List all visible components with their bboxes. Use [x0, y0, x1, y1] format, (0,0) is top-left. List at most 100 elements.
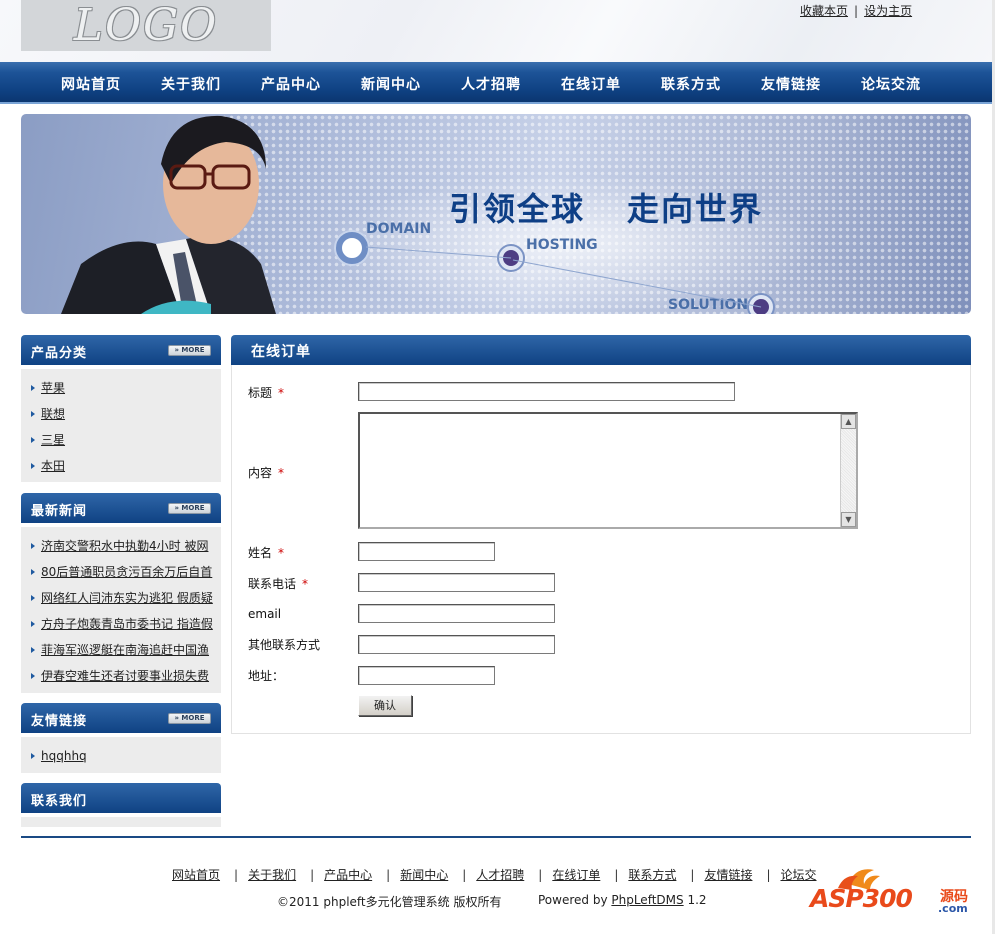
- address-input[interactable]: [358, 666, 495, 685]
- list-item: 方舟子炮轰青岛市委书记 指造假: [31, 611, 221, 637]
- category-link-samsung[interactable]: 三星: [41, 430, 215, 450]
- sidebar-news-header: 最新新闻 » MORE: [21, 493, 221, 523]
- arrow-right-icon: [31, 385, 35, 391]
- content-label-text: 内容: [248, 466, 273, 480]
- name-input[interactable]: [358, 542, 495, 561]
- title-label: 标题 *: [248, 384, 284, 401]
- footer-link-news[interactable]: 新闻中心: [400, 866, 448, 883]
- arrow-right-icon: [31, 543, 35, 549]
- address-label: 地址：: [248, 669, 285, 683]
- news-more-button[interactable]: » MORE: [168, 503, 211, 514]
- other-contact-input[interactable]: [358, 635, 555, 654]
- powered-prefix: Powered by: [538, 893, 612, 907]
- nav-item-products[interactable]: 产品中心: [261, 74, 321, 94]
- sidebar-links-title: 友情链接: [31, 714, 88, 729]
- list-item: 80后普通职员贪污百余万后自首: [31, 559, 221, 585]
- list-item: 伊春空难生还者讨要事业损失费: [31, 663, 221, 689]
- list-item: 三星: [31, 427, 221, 453]
- title-input[interactable]: [358, 382, 735, 401]
- footer-separator: |: [766, 867, 771, 882]
- list-item: 联想: [31, 401, 221, 427]
- phone-label-text: 联系电话: [248, 577, 297, 591]
- footer-separator: |: [234, 867, 239, 882]
- footer-link-jobs[interactable]: 人才招聘: [476, 866, 524, 883]
- scroll-down-icon[interactable]: ▼: [841, 512, 856, 527]
- scroll-up-icon[interactable]: ▲: [841, 414, 856, 429]
- order-form-header: 在线订单: [231, 335, 971, 365]
- nav-item-forum[interactable]: 论坛交流: [861, 74, 921, 94]
- asp300-watermark-logo: ASP300 源码 .com: [808, 864, 973, 916]
- sidebar-categories-header: 产品分类 » MORE: [21, 335, 221, 365]
- arrow-right-icon: [31, 569, 35, 575]
- email-input[interactable]: [358, 604, 555, 623]
- category-link-lenovo[interactable]: 联想: [41, 404, 215, 424]
- footer-separator: |: [614, 867, 619, 882]
- top-link-separator: |: [854, 3, 859, 18]
- arrow-right-icon: [31, 463, 35, 469]
- news-link[interactable]: 菲海军巡逻艇在南海追赶中国渔: [41, 640, 215, 660]
- nav-item-home[interactable]: 网站首页: [61, 74, 121, 94]
- content-textarea[interactable]: ▲ ▼: [358, 412, 858, 529]
- nav-item-contact[interactable]: 联系方式: [661, 74, 721, 94]
- phone-input[interactable]: [358, 573, 555, 592]
- news-link[interactable]: 80后普通职员贪污百余万后自首: [41, 562, 215, 582]
- news-link[interactable]: 网络红人闫沛东实为逃犯 假质疑: [41, 588, 215, 608]
- list-item: 本田: [31, 453, 221, 479]
- nav-item-jobs[interactable]: 人才招聘: [461, 74, 521, 94]
- category-link-apple[interactable]: 苹果: [41, 378, 215, 398]
- set-homepage-link[interactable]: 设为主页: [864, 2, 912, 19]
- site-logo[interactable]: LOGO: [21, 0, 271, 51]
- nav-item-orders[interactable]: 在线订单: [561, 74, 621, 94]
- footer-link-about[interactable]: 关于我们: [248, 866, 296, 883]
- watermark-text: ASP300: [810, 884, 913, 913]
- footer-link-contact[interactable]: 联系方式: [628, 866, 676, 883]
- list-item: 济南交警积水中执勤4小时 被网: [31, 533, 221, 559]
- footer-separator: |: [386, 867, 391, 882]
- required-mark: *: [302, 577, 309, 591]
- footer-link-products[interactable]: 产品中心: [324, 866, 372, 883]
- footer-separator: |: [462, 867, 467, 882]
- links-more-button[interactable]: » MORE: [168, 713, 211, 724]
- required-mark: *: [278, 466, 285, 480]
- footer-separator: |: [538, 867, 543, 882]
- submit-button[interactable]: 确认: [358, 695, 412, 716]
- list-item: 菲海军巡逻艇在南海追赶中国渔: [31, 637, 221, 663]
- nav-item-news[interactable]: 新闻中心: [361, 74, 421, 94]
- top-links: 收藏本页 | 设为主页: [800, 2, 912, 19]
- arrow-right-icon: [31, 437, 35, 443]
- nav-item-links[interactable]: 友情链接: [761, 74, 821, 94]
- nav-item-about[interactable]: 关于我们: [161, 74, 221, 94]
- sidebar-news-list: 济南交警积水中执勤4小时 被网 80后普通职员贪污百余万后自首 网络红人闫沛东实…: [21, 527, 221, 693]
- order-form: 标题 * 内容 * ▲ ▼ 姓名 * 联系电话 * email 其他联系方式 地址： 确…: [231, 365, 971, 734]
- name-label: 姓名 *: [248, 544, 284, 561]
- news-link[interactable]: 伊春空难生还者讨要事业损失费: [41, 666, 215, 686]
- watermark-domain: .com: [938, 902, 968, 915]
- footer-link-links[interactable]: 友情链接: [704, 866, 752, 883]
- categories-more-button[interactable]: » MORE: [168, 345, 211, 356]
- arrow-right-icon: [31, 647, 35, 653]
- email-label: email: [248, 607, 282, 621]
- footer-link-orders[interactable]: 在线订单: [552, 866, 600, 883]
- textarea-scrollbar[interactable]: ▲ ▼: [840, 414, 856, 527]
- sidebar-news-title: 最新新闻: [31, 504, 88, 519]
- news-link[interactable]: 方舟子炮轰青岛市委书记 指造假: [41, 614, 215, 634]
- sidebar-friend-links: 友情链接 » MORE hqqhhq: [21, 703, 221, 773]
- arrow-right-icon: [31, 621, 35, 627]
- sidebar-categories-title: 产品分类: [31, 346, 88, 361]
- sidebar-contact-header: 联系我们: [21, 783, 221, 813]
- footer-links: 网站首页 | 关于我们 | 产品中心 | 新闻中心 | 人才招聘 | 在线订单 …: [172, 866, 817, 883]
- arrow-right-icon: [31, 753, 35, 759]
- sidebar-links-list: hqqhhq: [21, 737, 221, 773]
- category-link-honda[interactable]: 本田: [41, 456, 215, 476]
- phpleftdms-link[interactable]: PhpLeftDMS: [611, 893, 683, 907]
- banner-connector-lines: [365, 246, 762, 308]
- required-mark: *: [278, 546, 285, 560]
- list-item: 苹果: [31, 375, 221, 401]
- order-form-title: 在线订单: [251, 344, 311, 360]
- friend-link[interactable]: hqqhhq: [41, 746, 215, 766]
- content-label: 内容 *: [248, 464, 284, 481]
- main-nav: 网站首页 关于我们 产品中心 新闻中心 人才招聘 在线订单 联系方式 友情链接 …: [0, 62, 992, 104]
- bookmark-link[interactable]: 收藏本页: [800, 2, 848, 19]
- news-link[interactable]: 济南交警积水中执勤4小时 被网: [41, 536, 215, 556]
- footer-link-home[interactable]: 网站首页: [172, 866, 220, 883]
